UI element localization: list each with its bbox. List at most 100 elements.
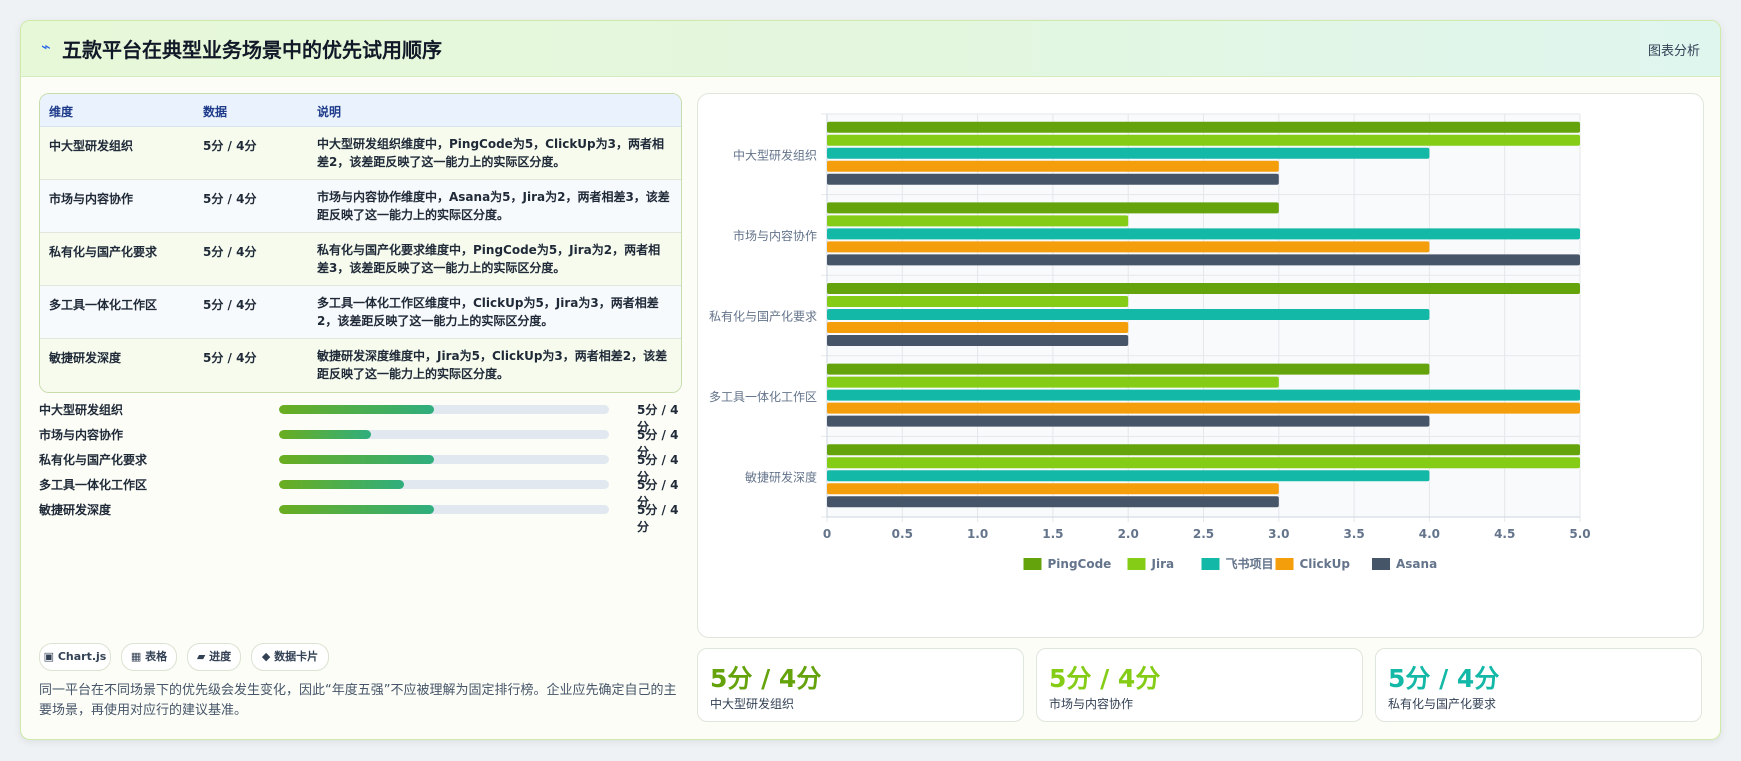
progress-label: 中大型研发组织	[39, 403, 124, 417]
progress-track	[279, 430, 609, 439]
chip-table[interactable]: ▦ 表格	[121, 643, 177, 671]
progress-fill	[279, 505, 435, 514]
bolt-icon: ⌁	[41, 37, 51, 56]
progress-label: 市场与内容协作	[39, 428, 124, 442]
progress-track	[279, 480, 609, 489]
bar	[827, 160, 1279, 172]
stat-card: 5分 / 4分 中大型研发组织	[697, 648, 1024, 722]
table-header-data: 数据	[203, 105, 228, 119]
progress-track	[279, 405, 609, 414]
table-cell-data: 5分 / 4分	[203, 245, 257, 259]
chart-analysis-link[interactable]: 图表分析	[1648, 40, 1700, 59]
x-tick-label: 0.5	[892, 527, 913, 541]
x-tick-label: 0	[823, 527, 831, 541]
progress-fill	[279, 455, 435, 464]
table-header-dimension: 维度	[49, 105, 74, 119]
stat-label: 私有化与国产化要求	[1388, 697, 1497, 711]
y-tick-label: 多工具一体化工作区	[709, 390, 817, 404]
legend-label: 飞书项目	[1226, 556, 1274, 571]
table-cell-dimension: 私有化与国产化要求	[49, 245, 158, 259]
bar	[827, 470, 1430, 482]
y-tick-label: 市场与内容协作	[733, 228, 817, 243]
progress-label: 敏捷研发深度	[39, 503, 112, 517]
table-cell-description: 私有化与国产化要求维度中，PingCode为5，Jira为2，两者相差3，该差距…	[317, 243, 661, 275]
table-row: 市场与内容协作 5分 / 4分 市场与内容协作维度中，Asana为5，Jira为…	[40, 180, 681, 233]
chip-chartjs[interactable]: ▣ Chart.js	[39, 643, 111, 671]
bar	[827, 496, 1279, 508]
bar	[827, 228, 1580, 240]
table-cell-description: 敏捷研发深度维度中，Jira为5，ClickUp为3，两者相差2，该差距反映了这…	[317, 349, 668, 381]
bar	[827, 241, 1430, 253]
bar	[827, 173, 1279, 185]
bar	[827, 309, 1430, 320]
progress-row: 市场与内容协作 5分 / 4分	[39, 424, 680, 459]
progress-fill	[279, 480, 405, 489]
bar	[827, 483, 1279, 495]
bar	[827, 402, 1580, 414]
x-tick-label: 1.0	[967, 527, 988, 541]
progress-fill	[279, 405, 435, 414]
bar	[827, 147, 1430, 159]
progress-value: 5分 / 4分	[637, 503, 679, 534]
footnote-text: 同一平台在不同场景下的优先级会发生变化，因此“年度五强”不应被理解为固定排行榜。…	[39, 683, 677, 718]
chip-progress[interactable]: ▰ 进度	[187, 643, 241, 671]
chart-panel: 0 0.5 1.0 1.5 2.0 2.5 3.0 3.5 4.0 4.5 5.0 中大型研发组织 市场…	[697, 93, 1704, 638]
legend-swatch	[1275, 558, 1294, 570]
x-tick-label: 4.5	[1494, 527, 1515, 541]
chip-data-card[interactable]: ◆ 数据卡片	[251, 643, 329, 671]
bar	[827, 202, 1279, 214]
table-cell-data: 5分 / 4分	[203, 298, 257, 312]
bar	[827, 322, 1129, 333]
x-tick-label: 3.0	[1268, 527, 1289, 541]
table-header-description: 说明	[317, 105, 342, 119]
x-tick-label: 2.0	[1118, 527, 1139, 541]
table-cell-dimension: 多工具一体化工作区	[49, 298, 158, 312]
x-tick-label: 3.5	[1343, 527, 1364, 541]
x-tick-label: 4.0	[1419, 527, 1440, 541]
progress-row: 敏捷研发深度 5分 / 4分	[39, 499, 680, 534]
bar	[827, 134, 1580, 146]
progress-row: 私有化与国产化要求 5分 / 4分	[39, 449, 680, 484]
table-cell-dimension: 敏捷研发深度	[49, 351, 122, 365]
y-tick-label: 中大型研发组织	[733, 147, 817, 162]
table-row: 敏捷研发深度 5分 / 4分 敏捷研发深度维度中，Jira为5，ClickUp为…	[40, 339, 681, 392]
table-header-row: 维度 数据 说明	[40, 94, 681, 127]
legend-swatch	[1372, 558, 1390, 570]
x-tick-label: 2.5	[1193, 527, 1214, 541]
stat-label: 中大型研发组织	[710, 697, 795, 711]
progress-track	[279, 505, 609, 514]
x-tick-label: 5.0	[1569, 527, 1590, 541]
x-tick-label: 1.5	[1042, 527, 1063, 541]
bar	[827, 296, 1129, 307]
table-cell-description: 多工具一体化工作区维度中，ClickUp为5，Jira为3，两者相差2，该差距反…	[317, 296, 659, 328]
bar	[827, 283, 1580, 294]
panel-header: ⌁ 五款平台在典型业务场景中的优先试用顺序 图表分析	[21, 21, 1720, 77]
progress-label: 私有化与国产化要求	[39, 453, 148, 467]
y-tick-label: 私有化与国产化要求	[709, 310, 817, 324]
progress-row: 中大型研发组织 5分 / 4分	[39, 399, 680, 434]
legend-label: PingCode	[1048, 557, 1112, 571]
bar	[827, 415, 1430, 427]
legend-swatch	[1023, 558, 1042, 570]
bar	[827, 376, 1279, 388]
legend-label: Jira	[1151, 557, 1175, 571]
table-row: 中大型研发组织 5分 / 4分 中大型研发组织维度中，PingCode为5，Cl…	[40, 127, 681, 180]
progress-track	[279, 455, 609, 464]
stat-value: 5分 / 4分	[1388, 664, 1500, 693]
table-row: 多工具一体化工作区 5分 / 4分 多工具一体化工作区维度中，ClickUp为5…	[40, 286, 681, 339]
stat-card: 5分 / 4分 私有化与国产化要求	[1375, 648, 1702, 722]
bar	[827, 215, 1129, 227]
panel-card: ⌁ 五款平台在典型业务场景中的优先试用顺序 图表分析 维度 数据 说明 中大型研…	[20, 20, 1721, 740]
bar	[827, 121, 1580, 133]
page-title: 五款平台在典型业务场景中的优先试用顺序	[62, 38, 442, 62]
table-cell-data: 5分 / 4分	[203, 192, 257, 206]
stat-value: 5分 / 4分	[1049, 664, 1161, 693]
bar	[827, 457, 1580, 469]
bar-chart: 0 0.5 1.0 1.5 2.0 2.5 3.0 3.5 4.0 4.5 5.0 中大型研发组织市场…	[709, 113, 1591, 571]
stat-label: 市场与内容协作	[1049, 697, 1134, 711]
legend-swatch	[1127, 558, 1146, 570]
progress-label: 多工具一体化工作区	[39, 478, 148, 492]
table-row: 私有化与国产化要求 5分 / 4分 私有化与国产化要求维度中，PingCode为…	[40, 233, 681, 286]
progress-row: 多工具一体化工作区 5分 / 4分	[39, 474, 680, 509]
table-cell-dimension: 中大型研发组织	[49, 139, 134, 153]
